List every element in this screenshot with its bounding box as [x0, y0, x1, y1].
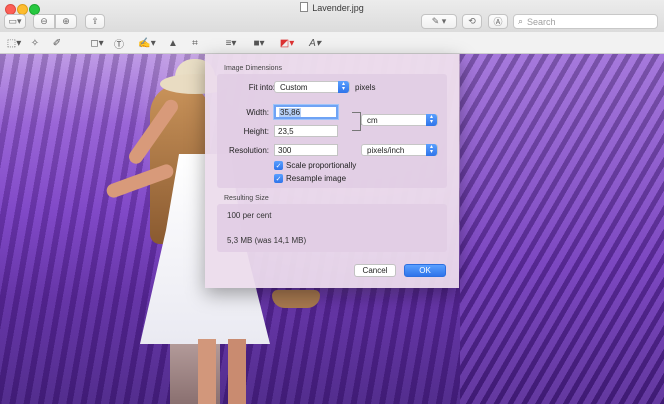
- chevron-updown-icon: ▴ ▾: [426, 114, 437, 126]
- annotate-button[interactable]: Ⓐ: [488, 14, 508, 29]
- resolution-unit-popup[interactable]: pixels/inch ▴ ▾: [361, 144, 438, 156]
- zoom-in-icon: ⊕: [62, 16, 70, 26]
- height-field[interactable]: 23,5: [274, 125, 338, 137]
- width-label: Width:: [246, 108, 269, 117]
- sidebar-button[interactable]: ▭▾: [4, 14, 26, 29]
- size-unit-popup[interactable]: cm ▴ ▾: [361, 114, 438, 126]
- crop-tool[interactable]: ⌗: [188, 36, 202, 50]
- sign-tool[interactable]: ✍▾: [136, 36, 158, 50]
- scale-proportionally-checkbox[interactable]: ✓: [274, 161, 283, 170]
- fit-into-label: Fit into:: [248, 83, 275, 92]
- adjust-color-icon: ▲: [168, 37, 178, 49]
- crop-icon: ⌗: [192, 37, 198, 49]
- sketch-tool[interactable]: ✐: [50, 36, 64, 50]
- zoom-out-icon: ⊖: [40, 16, 48, 26]
- sidebar-icon: ▭▾: [8, 16, 22, 26]
- share-button[interactable]: ⇪: [85, 14, 105, 29]
- instant-alpha-tool[interactable]: ✧: [28, 36, 42, 50]
- line-style-icon: ≡▾: [225, 37, 237, 49]
- text-style-icon: A▾: [309, 37, 321, 49]
- fit-into-popup[interactable]: Custom ▴ ▾: [274, 81, 350, 93]
- lavender-field-right: [460, 54, 664, 404]
- fill-color-tool[interactable]: ◩▾: [276, 36, 298, 50]
- image-dimensions-heading: Image Dimensions: [224, 65, 282, 72]
- result-file-size: 5,3 MB (was 14,1 MB): [227, 236, 307, 245]
- link-bracket: [352, 112, 361, 131]
- sign-icon: ✍▾: [138, 37, 156, 49]
- checkmark-icon: ✓: [275, 175, 282, 183]
- rotate-icon: ⟲: [468, 16, 476, 26]
- resample-image-label: Resample image: [286, 174, 347, 183]
- rotate-button[interactable]: ⟲: [462, 14, 482, 29]
- fill-color-icon: ◩▾: [279, 37, 295, 49]
- chevron-updown-icon: ▴ ▾: [426, 144, 437, 156]
- chevron-updown-icon: ▴ ▾: [338, 81, 349, 93]
- ok-button[interactable]: OK: [404, 264, 446, 277]
- result-percent: 100 per cent: [227, 211, 272, 220]
- search-input[interactable]: [523, 16, 648, 27]
- document-icon: [300, 2, 309, 12]
- checkmark-icon: ✓: [275, 162, 282, 170]
- girl-leg-left: [198, 339, 216, 404]
- selection-icon: ⬚▾: [6, 37, 22, 49]
- text-style-tool[interactable]: A▾: [304, 36, 326, 50]
- line-style-tool[interactable]: ≡▾: [220, 36, 242, 50]
- window-title: Lavender.jpg: [0, 2, 664, 13]
- width-field[interactable]: 35,86: [274, 105, 338, 119]
- zoom-in-button[interactable]: ⊕: [55, 14, 77, 29]
- resolution-field[interactable]: 300: [274, 144, 338, 156]
- border-color-tool[interactable]: ■▾: [248, 36, 270, 50]
- text-tool[interactable]: Ⓣ: [112, 36, 126, 51]
- text-icon: Ⓣ: [114, 39, 124, 51]
- fit-into-unit: pixels: [355, 83, 376, 92]
- scale-proportionally-label: Scale proportionally: [286, 161, 357, 170]
- height-label: Height:: [243, 127, 269, 136]
- cancel-button[interactable]: Cancel: [354, 264, 396, 277]
- border-color-icon: ■▾: [253, 37, 265, 49]
- sketch-icon: ✐: [52, 37, 62, 49]
- pen-markup-icon: ✎ ▾: [431, 16, 447, 26]
- share-icon: ⇪: [91, 16, 99, 26]
- markup-button[interactable]: ✎ ▾: [421, 14, 457, 29]
- markup-toolbar: ⬚▾ ✧ ✐ ◻▾ Ⓣ ✍▾ ▲ ⌗ ≡▾ ■▾ ◩▾ A▾: [0, 32, 664, 54]
- resample-image-checkbox[interactable]: ✓: [274, 174, 283, 183]
- resulting-size-group: 100 per cent 5,3 MB (was 14,1 MB): [217, 204, 447, 252]
- adjust-color-tool[interactable]: ▲: [166, 36, 180, 50]
- selection-tool[interactable]: ⬚▾: [4, 36, 24, 50]
- zoom-out-button[interactable]: ⊖: [33, 14, 55, 29]
- instant-alpha-icon: ✧: [30, 37, 40, 49]
- shapes-tool[interactable]: ◻▾: [86, 36, 108, 50]
- shapes-icon: ◻▾: [90, 37, 104, 49]
- search-field[interactable]: ⌕: [513, 14, 658, 29]
- girl-leg-right: [228, 339, 246, 404]
- basket: [272, 290, 320, 308]
- image-dimensions-group: Fit into: Custom ▴ ▾ pixels Width: 35,86 …: [217, 74, 447, 188]
- title-bar: Lavender.jpg ▭▾ ⊖ ⊕ ⇪ ✎ ▾ ⟲ Ⓐ ⌕: [0, 0, 664, 32]
- resolution-label: Resolution:: [228, 146, 269, 155]
- resulting-size-heading: Resulting Size: [224, 195, 269, 202]
- annotate-icon: Ⓐ: [493, 17, 503, 27]
- adjust-size-dialog: Image Dimensions Fit into: Custom ▴ ▾ pix…: [205, 54, 459, 288]
